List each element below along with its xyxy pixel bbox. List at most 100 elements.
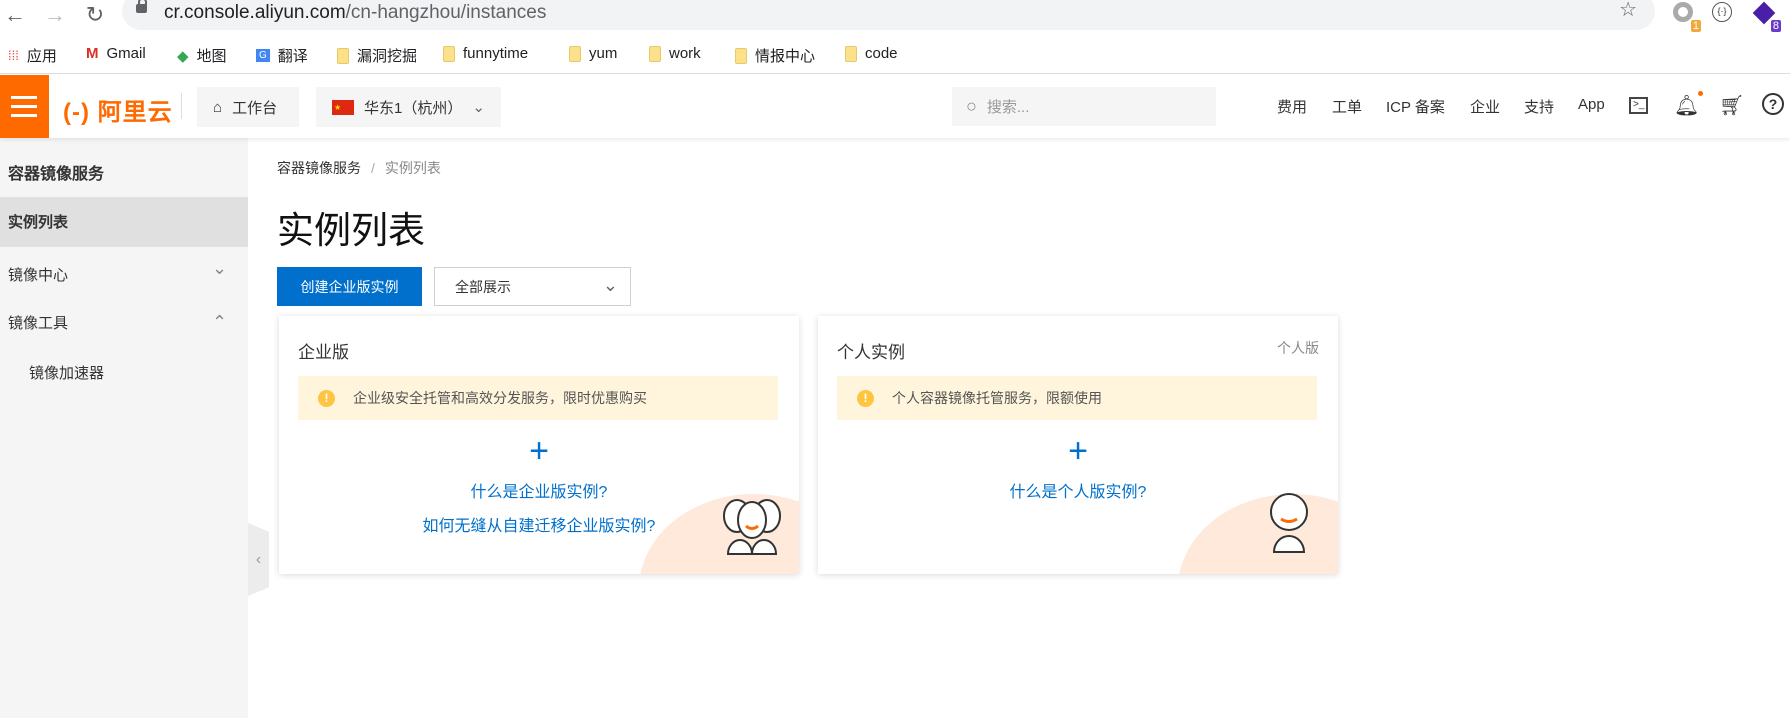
filter-select[interactable]: 全部展示 ⌄ (434, 267, 631, 306)
collapse-sidebar-handle[interactable]: ‹ (248, 523, 269, 596)
nav-icp[interactable]: ICP 备案 (1386, 96, 1445, 117)
divider (181, 93, 182, 119)
warning-icon: ! (857, 389, 874, 407)
search-icon: ○ (966, 96, 977, 116)
create-enterprise-instance-button[interactable]: 创建企业版实例 (277, 267, 422, 306)
forward-icon[interactable]: → (42, 2, 68, 28)
workbench-label: 工作台 (232, 99, 278, 117)
browser-toolbar: ← → ↻ cr.console.aliyun.com/cn-hangzhou/… (0, 0, 1790, 34)
chevron-up-icon: ⌃ (212, 312, 228, 332)
sidebar-item-image-tools[interactable]: 镜像工具 ⌃ (0, 304, 248, 340)
nav-enterprise[interactable]: 企业 (1470, 96, 1500, 117)
extension-json-icon[interactable]: {·} (1712, 2, 1736, 26)
extension-ring-icon[interactable]: 1 (1673, 2, 1701, 32)
card-title: 企业版 (298, 343, 349, 362)
enterprise-card: 企业版 ! 企业级安全托管和高效分发服务，限时优惠购买 + 什么是企业版实例? 如… (279, 316, 799, 574)
bell-icon[interactable]: 🔔︎ (1674, 91, 1704, 118)
nav-app[interactable]: App (1578, 96, 1605, 113)
bookmark-folder[interactable]: 漏洞挖掘 (337, 45, 417, 66)
menu-hamburger-icon[interactable] (0, 75, 49, 138)
alert-text: 个人容器镜像托管服务，限额使用 (892, 390, 1102, 406)
bookmark-translate[interactable]: G 翻译 (256, 45, 308, 66)
card-alert: ! 个人容器镜像托管服务，限额使用 (837, 376, 1317, 420)
bookmark-apps[interactable]: ⁞⁞⁞ 应用 (8, 45, 57, 66)
add-instance-plus-icon[interactable]: + (279, 434, 799, 468)
bookmark-label: 应用 (26, 48, 57, 65)
nav-support[interactable]: 支持 (1524, 96, 1554, 117)
sidebar-item-accelerator[interactable]: 镜像加速器 (0, 354, 248, 390)
terminal-icon[interactable]: >_ (1629, 97, 1648, 114)
personal-card: 个人实例 个人版 ! 个人容器镜像托管服务，限额使用 + 什么是个人版实例? (818, 316, 1338, 574)
china-flag-icon: ★ (332, 99, 354, 115)
sidebar-item-image-center[interactable]: 镜像中心 ⌄ (0, 256, 248, 292)
chevron-down-icon: ⌄ (212, 258, 228, 278)
region-label: 华东1（杭州） (364, 99, 463, 117)
extension-gem-icon[interactable]: 8 (1752, 1, 1781, 32)
bookmark-label: yum (589, 45, 618, 62)
help-icon[interactable]: ? (1762, 93, 1784, 115)
search-placeholder: 搜索... (986, 99, 1030, 116)
bookmark-label: Gmail (106, 45, 146, 62)
breadcrumb-current: 实例列表 (384, 160, 441, 176)
breadcrumb-link[interactable]: 容器镜像服务 (277, 160, 361, 176)
folder-icon (649, 45, 661, 62)
card-alert: ! 企业级安全托管和高效分发服务，限时优惠购买 (298, 376, 778, 420)
folder-icon (337, 47, 349, 64)
sidebar-item-label: 镜像中心 (8, 267, 69, 284)
bookmark-label: work (669, 45, 701, 62)
group-avatar-icon (723, 499, 781, 555)
alert-text: 企业级安全托管和高效分发服务，限时优惠购买 (353, 390, 647, 406)
breadcrumb-separator: / (371, 160, 375, 176)
chevron-left-icon: ‹ (255, 550, 262, 568)
bookmark-maps[interactable]: ◆ 地图 (177, 45, 227, 66)
page-title: 实例列表 (277, 210, 425, 251)
nav-fees[interactable]: 费用 (1277, 96, 1307, 117)
folder-icon (845, 45, 857, 62)
back-icon[interactable]: ← (2, 2, 28, 28)
breadcrumb: 容器镜像服务 / 实例列表 (277, 158, 441, 178)
address-bar[interactable]: cr.console.aliyun.com/cn-hangzhou/instan… (122, 0, 1655, 30)
cart-icon[interactable]: 🛒︎ (1719, 93, 1744, 118)
bookmarks-bar: ⁞⁞⁞ 应用 M Gmail ◆ 地图 G 翻译 漏洞挖掘 funnytime yum … (0, 38, 1790, 74)
extension-badge: 8 (1770, 20, 1781, 32)
translate-icon: G (256, 49, 270, 62)
bookmark-star-icon[interactable]: ☆ (1619, 0, 1637, 22)
reload-icon[interactable]: ↻ (82, 2, 108, 28)
aliyun-logo[interactable]: (-) 阿里云 (63, 92, 173, 127)
bookmark-label: 翻译 (277, 48, 308, 65)
sidebar-title: 容器镜像服务 (8, 166, 105, 183)
warning-icon: ! (318, 389, 335, 407)
bookmark-folder[interactable]: 情报中心 (735, 45, 815, 66)
bookmark-folder[interactable]: funnytime (443, 45, 528, 62)
console-header: (-) 阿里云 ⌂ 工作台 ★ 华东1（杭州） ⌄ ○ 搜索... 费用 工单 ICP … (0, 75, 1790, 138)
bookmark-label: funnytime (463, 45, 529, 62)
bookmark-folder[interactable]: work (649, 45, 701, 62)
chevron-down-icon: ⌄ (602, 275, 618, 295)
maps-icon: ◆ (177, 47, 189, 65)
bookmark-folder[interactable]: yum (569, 45, 617, 62)
workbench-button[interactable]: ⌂ 工作台 (197, 87, 299, 127)
sidebar: 容器镜像服务 实例列表 镜像中心 ⌄ 镜像工具 ⌃ 镜像加速器 (0, 138, 248, 718)
extension-badge: 1 (1690, 20, 1701, 32)
gmail-icon: M (86, 45, 99, 62)
add-instance-plus-icon[interactable]: + (818, 434, 1338, 468)
url-host: cr.console.aliyun.com (164, 2, 346, 23)
url-text: cr.console.aliyun.com/cn-hangzhou/instan… (164, 2, 546, 24)
search-input[interactable]: ○ 搜索... (952, 87, 1216, 126)
region-selector[interactable]: ★ 华东1（杭州） ⌄ (316, 87, 501, 127)
bookmark-label: 地图 (196, 48, 227, 65)
bookmark-gmail[interactable]: M Gmail (86, 45, 146, 62)
nav-tickets[interactable]: 工单 (1332, 96, 1362, 117)
bookmark-folder[interactable]: code (845, 45, 898, 62)
sidebar-item-label: 实例列表 (8, 214, 69, 231)
sidebar-item-label: 镜像加速器 (29, 365, 105, 382)
sidebar-item-instances[interactable]: 实例列表 (0, 197, 248, 247)
bookmark-label: 情报中心 (755, 48, 816, 65)
decorative-blob (1178, 494, 1338, 574)
person-avatar-icon (1270, 493, 1308, 553)
card-title: 个人实例 (837, 343, 905, 362)
apps-grid-icon: ⁞⁞⁞ (8, 48, 19, 63)
folder-icon (735, 47, 747, 64)
folder-icon (443, 45, 455, 62)
sidebar-item-label: 镜像工具 (8, 315, 69, 332)
